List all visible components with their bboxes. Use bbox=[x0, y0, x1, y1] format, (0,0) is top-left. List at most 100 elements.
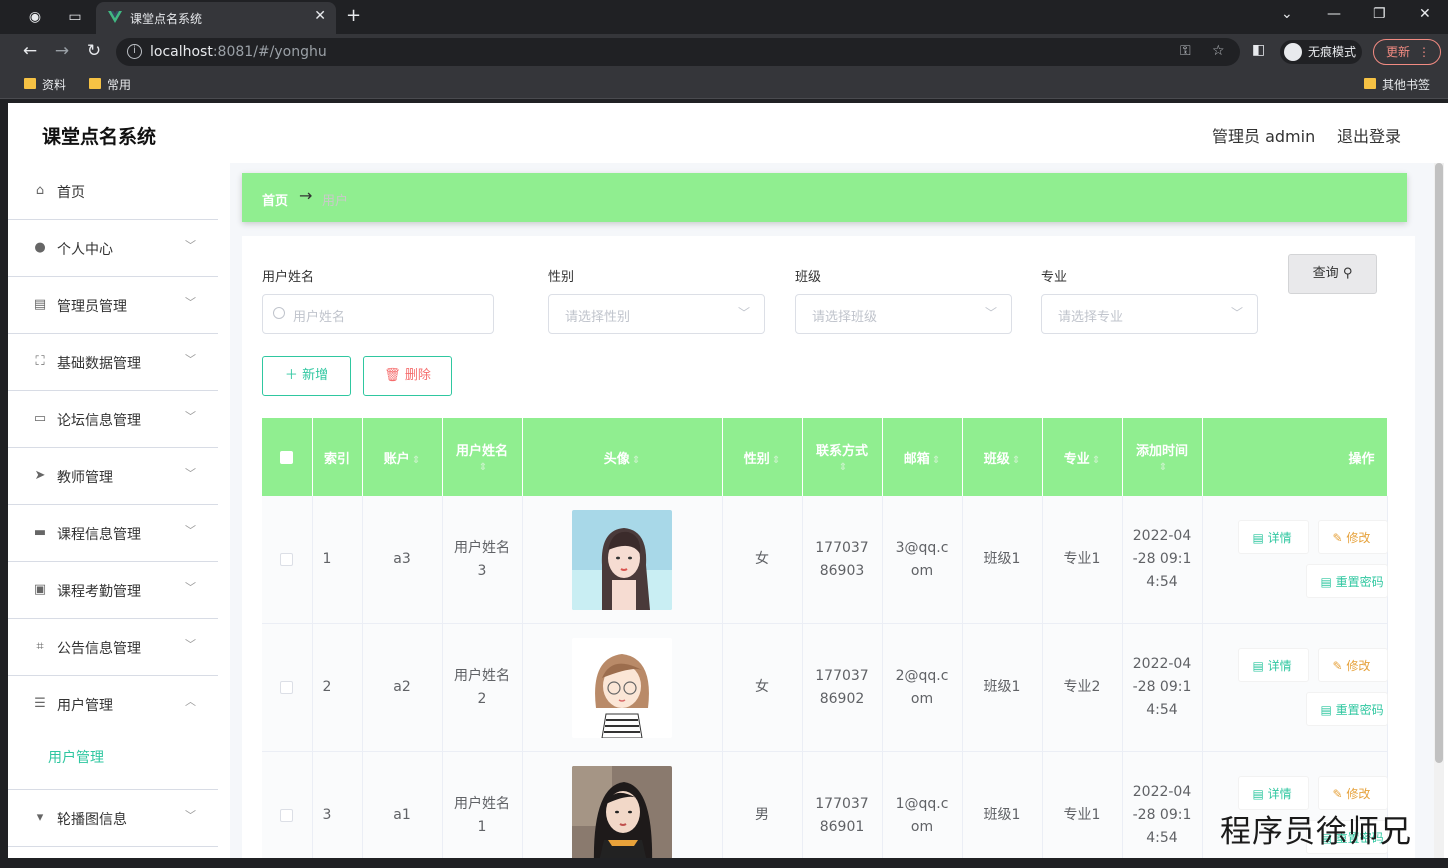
close-tab-icon[interactable]: ✕ bbox=[314, 8, 326, 24]
tab-window-icon[interactable]: ▭ bbox=[64, 6, 86, 28]
col-operations: 操作 bbox=[1202, 418, 1388, 496]
star-icon[interactable]: ☆ bbox=[1212, 43, 1225, 59]
tab-active[interactable]: 课堂点名系统 ✕ bbox=[96, 2, 336, 34]
col-added-time[interactable]: 添加时间 ⇕ bbox=[1122, 418, 1203, 496]
sort-icon[interactable]: ⇕ bbox=[932, 455, 940, 466]
gender-select[interactable]: 请选择性别 ﹀ bbox=[548, 294, 765, 334]
cell-gender: 女 bbox=[722, 496, 803, 624]
detail-button[interactable]: ▤ 详情 bbox=[1237, 520, 1309, 554]
name-search-input[interactable]: 用户姓名 bbox=[262, 294, 494, 334]
new-tab-icon[interactable]: + bbox=[346, 5, 361, 26]
col-class[interactable]: 班级 ⇕ bbox=[962, 418, 1043, 496]
cell-class: 班级1 bbox=[962, 751, 1043, 868]
sort-icon[interactable]: ⇕ bbox=[1159, 462, 1167, 473]
table-row: 1 a3 用户姓名3 女 17703786903 3@qq.com 班级1 专业… bbox=[262, 496, 1388, 624]
address-bar[interactable]: i localhost:8081/#/yonghu ⚿ ☆ bbox=[116, 38, 1240, 66]
minimize-icon[interactable]: — bbox=[1327, 6, 1341, 22]
sort-icon[interactable]: ⇕ bbox=[772, 455, 780, 466]
reset-password-button[interactable]: ▤ 重置密码 bbox=[1305, 564, 1388, 598]
col-name[interactable]: 用户姓名 ⇕ bbox=[442, 418, 523, 496]
sort-icon[interactable]: ⇕ bbox=[1092, 455, 1100, 466]
reload-icon[interactable]: ↻ bbox=[83, 41, 105, 61]
detail-button[interactable]: ▤ 详情 bbox=[1237, 776, 1309, 810]
breadcrumb-home[interactable]: 首页 bbox=[262, 190, 288, 209]
edit-button[interactable]: ✎ 修改 bbox=[1317, 776, 1388, 810]
edit-icon: ✎ bbox=[1332, 787, 1343, 801]
query-button[interactable]: 查询 ⚲ bbox=[1288, 254, 1377, 294]
sort-icon[interactable]: ⇕ bbox=[839, 462, 847, 473]
col-major[interactable]: 专业 ⇕ bbox=[1042, 418, 1123, 496]
breadcrumb: 首页 → 用户 bbox=[242, 173, 1407, 222]
major-select[interactable]: 请选择专业 ﹀ bbox=[1041, 294, 1258, 334]
tab-search-icon[interactable]: ⌄ bbox=[1281, 6, 1293, 22]
sidebar-item-personal-center[interactable]: ● 个人中心 ﹀ bbox=[8, 220, 218, 277]
sidebar-item-notices[interactable]: ⌗ 公告信息管理 ﹀ bbox=[8, 619, 218, 676]
sidebar-item-carousel[interactable]: ▾ 轮播图信息 ﹀ bbox=[8, 790, 218, 847]
avatar[interactable] bbox=[572, 765, 672, 866]
url-text: localhost:8081/#/yonghu bbox=[150, 44, 327, 60]
avatar[interactable] bbox=[572, 637, 672, 738]
chevron-down-icon: ﹀ bbox=[185, 524, 196, 537]
sort-icon[interactable]: ⇕ bbox=[1012, 455, 1020, 466]
cell-avatar bbox=[522, 496, 723, 624]
row-checkbox[interactable] bbox=[262, 496, 313, 624]
bookmark-folder-1[interactable]: 资料 bbox=[22, 76, 66, 93]
sidebar-subitem-user-management[interactable]: 用户管理 bbox=[48, 747, 104, 767]
tab-title: 课堂点名系统 bbox=[130, 12, 203, 26]
incognito-badge[interactable]: 无痕模式 bbox=[1280, 40, 1363, 64]
main-panel: 用户姓名 用户姓名 性别 请选择性别 ﹀ 班级 请选择班级 ﹀ 专业 请选择专业… bbox=[242, 236, 1415, 868]
avatar[interactable] bbox=[572, 509, 672, 610]
sort-icon[interactable]: ⇕ bbox=[479, 462, 487, 473]
add-button[interactable]: ＋ 新增 bbox=[262, 356, 351, 396]
forward-icon[interactable]: → bbox=[51, 41, 73, 61]
col-avatar[interactable]: 头像 ⇕ bbox=[522, 418, 723, 496]
edit-button[interactable]: ✎ 修改 bbox=[1317, 648, 1388, 682]
cell-account: a2 bbox=[362, 623, 443, 752]
sidebar-item-forum[interactable]: ▭ 论坛信息管理 ﹀ bbox=[8, 391, 218, 448]
col-account[interactable]: 账户 ⇕ bbox=[362, 418, 443, 496]
key-icon[interactable]: ⚿ bbox=[1180, 43, 1191, 59]
select-all-checkbox[interactable] bbox=[262, 418, 313, 496]
row-checkbox[interactable] bbox=[262, 623, 313, 752]
breadcrumb-current: 用户 bbox=[322, 194, 349, 209]
globe-icon[interactable]: ◉ bbox=[24, 6, 46, 28]
cell-added-time: 2022-04-28 09:14:54 bbox=[1122, 496, 1203, 624]
sort-icon[interactable]: ⇕ bbox=[632, 455, 640, 466]
logout-link[interactable]: 退出登录 bbox=[1337, 123, 1401, 147]
edit-button[interactable]: ✎ 修改 bbox=[1317, 520, 1388, 554]
vertical-scrollbar[interactable] bbox=[1434, 163, 1444, 868]
update-button[interactable]: 更新 ⋮ bbox=[1373, 39, 1441, 65]
back-icon[interactable]: ← bbox=[19, 41, 41, 61]
delete-button[interactable]: 🗑 删除 bbox=[363, 356, 452, 396]
table-header-row: 索引 账户 ⇕ 用户姓名 ⇕ 头像 ⇕ 性别 ⇕ 联系方式 ⇕ 邮箱 ⇕ 班级 ⇕ 专业 ⇕ 添… bbox=[262, 418, 1388, 496]
user-table: 索引 账户 ⇕ 用户姓名 ⇕ 头像 ⇕ 性别 ⇕ 联系方式 ⇕ 邮箱 ⇕ 班级 ⇕ 专业 ⇕ 添… bbox=[262, 418, 1388, 868]
scrollbar-thumb[interactable] bbox=[1435, 163, 1443, 763]
other-bookmarks[interactable]: 其他书签 bbox=[1362, 76, 1430, 93]
info-icon[interactable]: i bbox=[127, 44, 142, 59]
row-checkbox[interactable] bbox=[262, 751, 313, 868]
sidebar-item-admin-management[interactable]: ▤ 管理员管理 ﹀ bbox=[8, 277, 218, 334]
sidebar-item-attendance[interactable]: ▣ 课程考勤管理 ﹀ bbox=[8, 562, 218, 619]
sidebar-item-teachers[interactable]: ➤ 教师管理 ﹀ bbox=[8, 448, 218, 505]
arrow-right-icon: → bbox=[299, 186, 313, 205]
sort-icon[interactable]: ⇕ bbox=[412, 455, 420, 466]
bookmark-folder-2[interactable]: 常用 bbox=[87, 76, 131, 93]
maximize-icon[interactable]: ❐ bbox=[1373, 6, 1386, 22]
side-panel-icon[interactable]: ◧ bbox=[1252, 42, 1265, 58]
detail-button[interactable]: ▤ 详情 bbox=[1237, 648, 1309, 682]
col-phone[interactable]: 联系方式 ⇕ bbox=[802, 418, 883, 496]
sidebar-item-courses[interactable]: ▬ 课程信息管理 ﹀ bbox=[8, 505, 218, 562]
class-filter-label: 班级 bbox=[795, 270, 822, 285]
bookmarks-bar: 资料 常用 其他书签 bbox=[0, 70, 1448, 99]
reset-password-button[interactable]: ▤ 重置密码 bbox=[1305, 692, 1388, 726]
sidebar-item-users[interactable]: ☰ 用户管理 ︿ bbox=[8, 676, 218, 790]
briefcase-icon: ▬ bbox=[33, 525, 47, 540]
cell-phone: 17703786901 bbox=[802, 751, 883, 868]
chevron-down-icon: ﹀ bbox=[185, 296, 196, 309]
class-select[interactable]: 请选择班级 ﹀ bbox=[795, 294, 1012, 334]
sidebar-item-base-data[interactable]: ⛶ 基础数据管理 ﹀ bbox=[8, 334, 218, 391]
sidebar-item-home[interactable]: ⌂ 首页 bbox=[8, 163, 218, 220]
window-close-icon[interactable]: ✕ bbox=[1419, 6, 1431, 22]
col-gender[interactable]: 性别 ⇕ bbox=[722, 418, 803, 496]
col-email[interactable]: 邮箱 ⇕ bbox=[882, 418, 963, 496]
